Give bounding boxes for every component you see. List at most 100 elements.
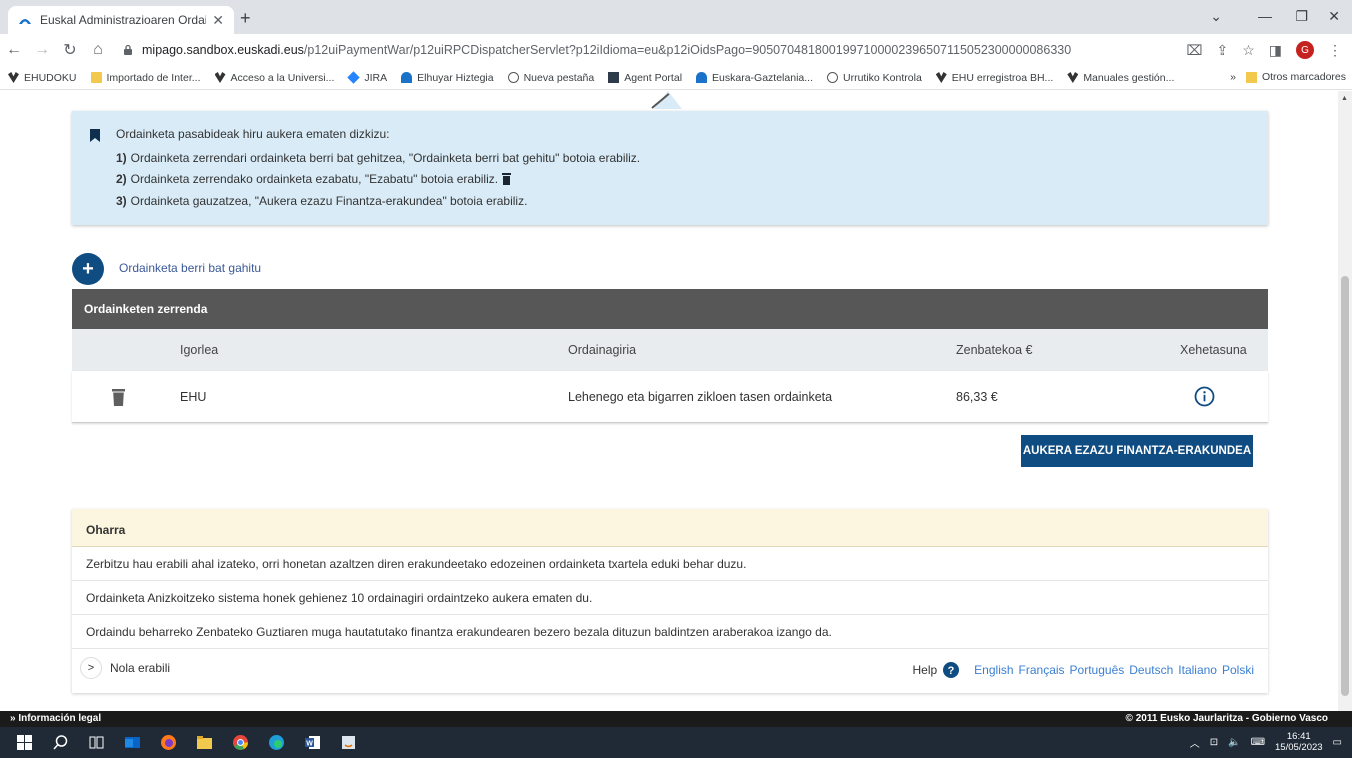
legal-info-link[interactable]: » Información legal [10,713,101,724]
browser-tab[interactable]: Euskal Administrazioaren Ordain ✕ [8,6,234,34]
star-icon[interactable]: ☆ [1242,42,1255,59]
menu-icon[interactable]: ⋮ [1328,42,1342,59]
language-german-link[interactable]: Deutsch [1129,663,1173,677]
euskadi-favicon-icon [19,19,31,24]
bookmark-item[interactable]: EHUDOKU [8,72,77,84]
delete-trash-icon[interactable] [112,389,125,406]
bookmark-item[interactable]: Acceso a la Universi... [214,71,335,84]
notes-panel: Oharra Zerbitzu hau erabili ahal izateko… [72,509,1268,693]
tab-search-icon[interactable]: ⌄ [1210,8,1222,25]
chrome-icon[interactable] [232,734,249,751]
bookmark-label: Euskara-Gaztelania... [712,71,813,84]
language-polish-link[interactable]: Polski [1222,663,1254,677]
reload-icon[interactable]: ↻ [56,40,84,60]
other-bookmarks-label: Otros marcadores [1261,71,1346,83]
bookmark-label: Manuales gestión... [1083,71,1175,84]
edge-icon[interactable] [268,734,285,751]
bookmark-item[interactable]: Nueva pestaña [507,72,594,84]
url-host: mipago.sandbox.euskadi.eus [142,43,304,57]
volume-icon[interactable]: 🔈 [1228,737,1240,748]
language-selector: Help ? English Français Português Deutsc… [912,662,1254,678]
globe-icon [827,72,838,83]
network-icon[interactable]: ⊡ [1210,737,1218,748]
bookmark-label: Acceso a la Universi... [230,71,335,84]
search-icon[interactable] [52,734,69,751]
home-icon[interactable]: ⌂ [84,41,112,59]
language-portuguese-link[interactable]: Português [1070,663,1125,677]
bookmark-item[interactable]: EHU erregistroa BH... [935,72,1053,84]
scrollbar-thumb[interactable] [1341,276,1349,696]
outlook-icon[interactable] [124,734,141,751]
java-icon[interactable] [340,734,357,751]
forward-icon[interactable]: → [28,41,56,59]
bookmark-item[interactable]: Euskara-Gaztelania... [696,72,813,84]
euskadi-icon [696,72,708,83]
bookmark-item[interactable]: JIRA [347,71,388,84]
bookmark-label: Agent Portal [624,71,683,84]
language-italian-link[interactable]: Italiano [1178,663,1217,677]
scroll-up-icon[interactable]: ▲ [1341,95,1348,102]
help-question-icon[interactable]: ? [943,662,960,678]
add-payment-button[interactable]: + [72,253,104,285]
translate-icon[interactable]: ⌧ [1186,42,1202,59]
file-explorer-icon[interactable] [196,734,213,751]
bookmark-item[interactable]: Manuales gestión... [1067,72,1174,84]
jira-icon [347,71,361,84]
language-icon[interactable]: ⌨ [1251,737,1265,748]
bookmark-item[interactable]: Agent Portal [608,72,682,84]
other-bookmarks[interactable]: Otros marcadores [1245,71,1346,83]
euskadi-icon [401,72,413,83]
info-line-text: Ordainketa gauzatzea, "Aukera ezazu Fina… [130,194,528,208]
page-scrollbar[interactable]: ▲ [1338,91,1352,711]
restore-icon[interactable]: ❐ [1295,8,1308,25]
bookmark-item[interactable]: Elhuyar Hiztegia [401,72,494,84]
side-panel-icon[interactable]: ◨ [1269,42,1282,59]
payment-table-header: Igorlea Ordainagiria Zenbatekoa € Xeheta… [72,329,1268,371]
url-path: /p12uiPaymentWar/p12uiRPCDispatcherServl… [303,43,1072,57]
system-tray: ︿ ⊡ 🔈 ⌨ 16:41 15/05/2023 ▭ [1190,731,1342,753]
note-item: Zerbitzu hau erabili ahal izateko, orri … [72,547,1268,581]
notifications-icon[interactable]: ▭ [1333,737,1342,748]
back-icon[interactable]: ← [0,41,28,59]
close-window-icon[interactable]: ✕ [1328,8,1340,25]
bookmark-label: JIRA [364,71,388,84]
language-english-link[interactable]: English [974,663,1013,677]
info-line-pay: 3) Ordainketa gauzatzea, "Aukera ezazu Fi… [116,194,527,208]
profile-avatar[interactable]: G [1296,41,1314,59]
new-tab-icon[interactable]: + [240,8,251,29]
windows-start-icon[interactable] [16,734,33,751]
clock-time: 16:41 [1286,731,1311,742]
choose-financial-entity-button[interactable]: AUKERA EZAZU FINANTZA-ERAKUNDEA [1021,435,1253,467]
language-french-link[interactable]: Français [1019,663,1065,677]
how-to-use-toggle[interactable]: > Nola erabili [80,657,170,679]
address-bar[interactable]: mipago.sandbox.euskadi.eus/p12uiPaymentW… [112,37,1172,63]
column-header-document: Ordainagiria [568,343,637,357]
add-payment-link[interactable]: Ordainketa berri bat gahitu [119,261,261,275]
info-line-text: Ordainketa zerrendako ordainketa ezabatu… [130,172,499,186]
firefox-icon[interactable] [160,734,177,751]
info-line-number: 3) [116,194,127,208]
system-clock[interactable]: 16:41 15/05/2023 [1275,731,1323,753]
bookmark-label: Urrutiko Kontrola [843,71,922,84]
word-icon[interactable]: W [304,734,321,751]
task-view-icon[interactable] [88,734,105,751]
globe-icon [507,72,519,83]
clock-date: 15/05/2023 [1275,742,1323,753]
bookmark-item[interactable]: Urrutiko Kontrola [827,72,922,84]
plus-icon: + [82,257,94,280]
info-line-add: 1) Ordainketa zerrendari ordainketa berri… [116,151,640,165]
agent-portal-icon [608,72,620,83]
bookmark-item[interactable]: Importado de Inter... [90,72,201,84]
minimize-icon[interactable]: — [1258,8,1272,24]
info-detail-icon[interactable] [1194,386,1215,407]
info-line-delete: 2) Ordainketa zerrendako ordainketa ezaba… [116,172,512,186]
chevron-up-icon[interactable]: ︿ [1190,735,1200,750]
bookmarks-overflow-button[interactable]: » [1230,71,1236,83]
svg-text:W: W [306,741,313,748]
folder-icon [1245,71,1257,83]
bookmarks-bar: EHUDOKU Importado de Inter... Acceso a l… [0,66,1352,90]
note-item: Ordaindu beharreko Zenbateko Guztiaren m… [72,615,1268,649]
close-tab-icon[interactable]: ✕ [212,12,224,29]
page-viewport: Ordainketa pasabideak hiru aukera ematen… [0,91,1338,711]
share-icon[interactable]: ⇪ [1216,42,1228,59]
